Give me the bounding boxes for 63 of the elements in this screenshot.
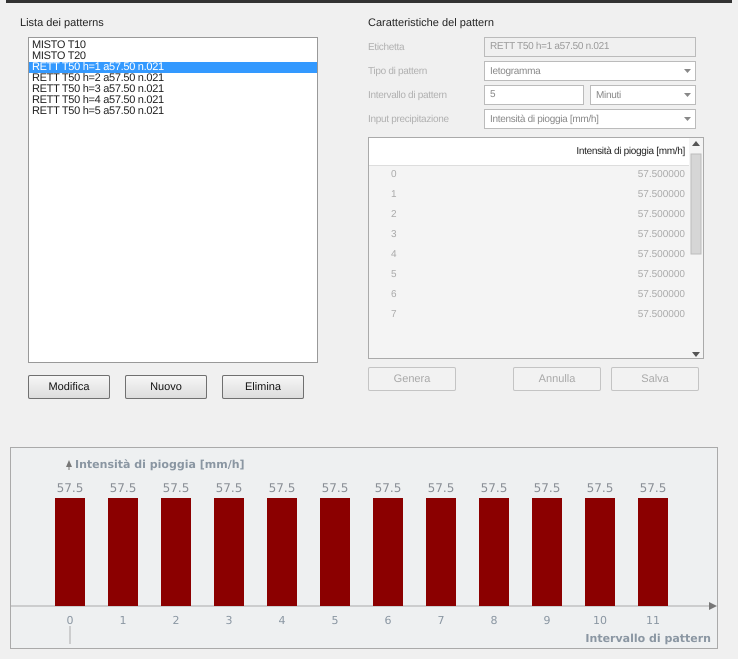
- tick-label: 8: [490, 614, 498, 627]
- table-cell-text: 57.500000: [638, 209, 685, 222]
- caret-icon: [684, 69, 691, 73]
- tick-label: 9: [544, 614, 550, 627]
- data-label: 57.5: [110, 481, 136, 495]
- column-header[interactable]: Intensità di pioggia [mm/h]: [576, 146, 685, 157]
- data-label: 57.5: [534, 481, 560, 495]
- tick-label: 7: [438, 614, 444, 627]
- action-button[interactable]: Elimina: [222, 375, 304, 399]
- tick-label: 5: [332, 614, 338, 627]
- field-label: Tipo di pattern: [368, 66, 428, 76]
- tick-label: 3: [226, 614, 232, 627]
- list-item[interactable]: MISTO T10: [29, 40, 317, 51]
- data-label: 57.5: [428, 481, 454, 495]
- list-item[interactable]: RETT T50 h=4 a57.50 n.021: [29, 95, 317, 106]
- tick-label: 6: [384, 614, 392, 627]
- data-label: 57.5: [268, 481, 296, 495]
- tick-label: 0: [66, 614, 74, 627]
- caret-icon: [684, 93, 691, 97]
- list-item[interactable]: RETT T50 h=2 a57.50 n.021: [29, 73, 317, 84]
- group-title: Caratteristiche del pattern: [368, 17, 494, 29]
- row-index: 4: [391, 249, 397, 262]
- group-title: Lista dei patterns: [20, 17, 104, 29]
- data-label: 57.5: [216, 481, 242, 495]
- axis-title: Intervallo di pattern: [585, 632, 711, 645]
- table-cell-text: 57.500000: [638, 309, 685, 322]
- table-cell-text: 57.500000: [638, 289, 685, 302]
- row-index: 0: [391, 169, 397, 182]
- tick-label: 4: [278, 614, 286, 627]
- data-label: 57.5: [480, 481, 508, 495]
- data-label: 57.5: [56, 481, 84, 495]
- table-cell-text: 57.500000: [638, 169, 685, 182]
- list-item[interactable]: RETT T50 h=3 a57.50 n.021: [29, 84, 317, 95]
- table-cell-text: 57.500000: [638, 249, 685, 262]
- table-cell-text: 57.500000: [638, 229, 685, 242]
- data-label: 57.5: [374, 481, 402, 495]
- list-item[interactable]: MISTO T20: [29, 51, 317, 62]
- data-label: 57.5: [640, 481, 666, 495]
- data-label: 57.5: [586, 481, 614, 495]
- row-index: 7: [391, 309, 397, 322]
- action-button[interactable]: Modifica: [28, 375, 110, 399]
- tick-label: 11: [646, 614, 660, 627]
- field-label: Etichetta: [368, 42, 406, 52]
- field-label: Intervallo di pattern: [368, 90, 448, 100]
- table-cell-text: 57.500000: [638, 269, 685, 282]
- table-cell-text: 57.500000: [638, 189, 685, 202]
- row-index: 1: [391, 189, 397, 202]
- caret-icon: [684, 117, 691, 121]
- row-index: 6: [391, 289, 397, 302]
- pattern-list[interactable]: MISTO T10 MISTO T20 RETT T50 h=1 a57.50 n.021 RETT T50 h=2 a57.50 n.021 RETT T50 h=3 a57.50 n.021 RETT T50 h=4 a57.50 n.021 RETT T50 h=5 a57.50 n.021: [28, 37, 318, 363]
- field-label: Input precipitazione: [368, 114, 450, 124]
- row-index: 2: [391, 209, 397, 222]
- tick-label: 2: [172, 614, 180, 627]
- list-item[interactable]: RETT T50 h=5 a57.50 n.021: [29, 106, 317, 117]
- y-axis: [66, 460, 72, 470]
- row-index: 5: [391, 269, 397, 282]
- tick-label: 1: [120, 614, 126, 627]
- row-index: 3: [391, 229, 397, 242]
- tick-label: 10: [593, 614, 607, 627]
- action-button[interactable]: Nuovo: [125, 375, 207, 399]
- data-label: 57.5: [162, 481, 190, 495]
- data-label: 57.5: [322, 481, 348, 495]
- axis-title: Intensità di pioggia [mm/h]: [75, 458, 245, 471]
